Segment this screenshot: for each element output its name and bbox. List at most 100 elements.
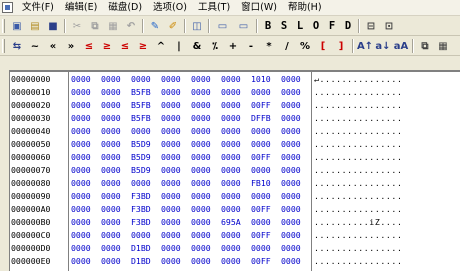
hex-cell[interactable]: FB10 bbox=[251, 177, 271, 190]
hex-cell[interactable]: 0000 bbox=[221, 242, 241, 255]
hex-cell[interactable]: 0000 bbox=[191, 190, 211, 203]
hex-cell[interactable]: 0000 bbox=[71, 73, 91, 86]
ascii-text[interactable]: ................ bbox=[314, 203, 402, 216]
hex-cell[interactable]: 0000 bbox=[131, 73, 151, 86]
menu-disk[interactable]: 磁盘(D) bbox=[103, 0, 148, 16]
hex-row[interactable]: 00000030 0000 0000 B5FB 0000 0000 0000 DFFB 0000… bbox=[10, 112, 460, 125]
hex-cell[interactable]: B5D9 bbox=[131, 164, 151, 177]
panel-button[interactable]: ⊟ bbox=[362, 18, 380, 35]
undo-button[interactable]: ↶ bbox=[122, 18, 140, 35]
hex-cell[interactable]: 0000 bbox=[221, 86, 241, 99]
ascii-text[interactable]: ................ bbox=[314, 255, 402, 268]
hex-cell[interactable]: 0000 bbox=[71, 177, 91, 190]
hex-cell[interactable]: 0000 bbox=[131, 177, 151, 190]
hex-row[interactable]: 00000060 0000 0000 B5D9 0000 0000 0000 00FF 0000… bbox=[10, 151, 460, 164]
letter-f-button[interactable]: F bbox=[324, 18, 340, 35]
hex-cell[interactable]: DFFB bbox=[251, 112, 271, 125]
hex-cell[interactable]: 0000 bbox=[131, 229, 151, 242]
hex-cell[interactable]: 0000 bbox=[191, 203, 211, 216]
hex-cell[interactable]: 0000 bbox=[281, 151, 301, 164]
ascii-text[interactable]: ................ bbox=[314, 164, 402, 177]
menu-file[interactable]: 文件(F) bbox=[17, 0, 60, 16]
subtract-button[interactable]: - bbox=[242, 38, 260, 55]
hex-cell[interactable]: 0000 bbox=[221, 190, 241, 203]
hex-cell[interactable]: 0000 bbox=[101, 151, 121, 164]
upper-case-button[interactable]: A↑ bbox=[356, 38, 374, 55]
hex-cell[interactable]: 0000 bbox=[191, 255, 211, 268]
hex-cell[interactable]: 0000 bbox=[191, 73, 211, 86]
hex-row[interactable]: 00000000 0000 0000 0000 0000 0000 0000 1010 0000… bbox=[10, 73, 460, 86]
cut-button[interactable]: ✂ bbox=[68, 18, 86, 35]
hex-cell[interactable]: 0000 bbox=[101, 177, 121, 190]
hex-cell[interactable]: 0000 bbox=[161, 164, 181, 177]
hex-cell[interactable]: 0000 bbox=[101, 190, 121, 203]
hex-cell[interactable]: 0000 bbox=[131, 125, 151, 138]
hex-cell[interactable]: 0000 bbox=[251, 164, 271, 177]
letter-b-button[interactable]: B bbox=[260, 18, 276, 35]
ascii-text[interactable]: ................ bbox=[314, 229, 402, 242]
hex-cell[interactable]: 0000 bbox=[191, 138, 211, 151]
hex-cell[interactable]: 0000 bbox=[101, 203, 121, 216]
paste-button[interactable]: ▦ bbox=[104, 18, 122, 35]
window-button[interactable]: ◫ bbox=[188, 18, 206, 35]
hex-cell[interactable]: 0000 bbox=[191, 86, 211, 99]
hex-cell[interactable]: 0000 bbox=[71, 99, 91, 112]
hex-cell[interactable]: 0000 bbox=[71, 216, 91, 229]
hex-cell[interactable]: 0000 bbox=[191, 177, 211, 190]
hex-cell[interactable]: 695A bbox=[221, 216, 241, 229]
wand-button[interactable]: ✎ bbox=[146, 18, 164, 35]
shl-button[interactable]: ≤ bbox=[116, 38, 134, 55]
hex-cell[interactable]: 0000 bbox=[221, 138, 241, 151]
hex-cell[interactable]: F3BD bbox=[131, 190, 151, 203]
hex-cell[interactable]: 0000 bbox=[71, 242, 91, 255]
hex-cell[interactable]: 0000 bbox=[161, 190, 181, 203]
hex-row[interactable]: 00000050 0000 0000 B5D9 0000 0000 0000 0000 0000… bbox=[10, 138, 460, 151]
hex-cell[interactable]: 0000 bbox=[191, 229, 211, 242]
hex-cell[interactable]: 0000 bbox=[221, 112, 241, 125]
hex-cell[interactable]: 0000 bbox=[191, 99, 211, 112]
mod-button[interactable]: ⁒ bbox=[206, 38, 224, 55]
letter-s-button[interactable]: S bbox=[276, 18, 292, 35]
hex-cell[interactable]: 0000 bbox=[281, 216, 301, 229]
shift-right-button[interactable]: » bbox=[62, 38, 80, 55]
hex-cell[interactable]: B5FB bbox=[131, 112, 151, 125]
hex-editor-pane[interactable]: 00000000 0000 0000 0000 0000 0000 0000 1010 0000… bbox=[9, 70, 460, 271]
hex-cell[interactable]: 0000 bbox=[281, 242, 301, 255]
hex-cell[interactable]: 0000 bbox=[101, 255, 121, 268]
hex-cell[interactable]: 0000 bbox=[161, 99, 181, 112]
hex-row[interactable]: 00000080 0000 0000 0000 0000 0000 0000 FB10 0000… bbox=[10, 177, 460, 190]
hex-cell[interactable]: B5D9 bbox=[131, 138, 151, 151]
rotate-right-button[interactable]: ≥ bbox=[98, 38, 116, 55]
toolbar-grip[interactable] bbox=[2, 39, 5, 53]
hex-cell[interactable]: 0000 bbox=[251, 138, 271, 151]
and-button[interactable]: & bbox=[188, 38, 206, 55]
hex-row[interactable]: 00000070 0000 0000 B5D9 0000 0000 0000 0000 0000… bbox=[10, 164, 460, 177]
hex-view-button[interactable]: ▭ bbox=[212, 18, 233, 35]
hex-cell[interactable]: 0000 bbox=[221, 255, 241, 268]
hex-row[interactable]: 000000E0 0000 0000 D1BD 0000 0000 0000 00FF 0000… bbox=[10, 255, 460, 268]
hex-cell[interactable]: 0000 bbox=[161, 86, 181, 99]
hex-cell[interactable]: 0000 bbox=[281, 125, 301, 138]
hex-cell[interactable]: 0000 bbox=[281, 99, 301, 112]
hex-cell[interactable]: 0000 bbox=[281, 203, 301, 216]
hex-row[interactable]: 000000D0 0000 0000 D1BD 0000 0000 0000 0000 0000… bbox=[10, 242, 460, 255]
copy-block-button[interactable]: ⧉ bbox=[416, 38, 434, 55]
rotate-left-button[interactable]: ≤ bbox=[80, 38, 98, 55]
hex-cell[interactable]: 0000 bbox=[191, 125, 211, 138]
letter-d-button[interactable]: D bbox=[340, 18, 356, 35]
hex-cell[interactable]: 0000 bbox=[161, 125, 181, 138]
hex-cell[interactable]: 0000 bbox=[101, 99, 121, 112]
ascii-text[interactable]: ................ bbox=[314, 242, 402, 255]
hex-cell[interactable]: 0000 bbox=[281, 164, 301, 177]
hex-cell[interactable]: 0000 bbox=[101, 73, 121, 86]
hex-cell[interactable]: 0000 bbox=[251, 86, 271, 99]
menu-tools[interactable]: 工具(T) bbox=[193, 0, 236, 16]
hex-cell[interactable]: 0000 bbox=[71, 190, 91, 203]
hex-cell[interactable]: 0000 bbox=[221, 99, 241, 112]
hex-cell[interactable]: 0000 bbox=[161, 138, 181, 151]
hex-cell[interactable]: 0000 bbox=[281, 73, 301, 86]
hex-cell[interactable]: 0000 bbox=[281, 229, 301, 242]
save-button[interactable]: ■ bbox=[44, 18, 62, 35]
ascii-text[interactable]: ................ bbox=[314, 151, 402, 164]
hex-cell[interactable]: 0000 bbox=[191, 242, 211, 255]
